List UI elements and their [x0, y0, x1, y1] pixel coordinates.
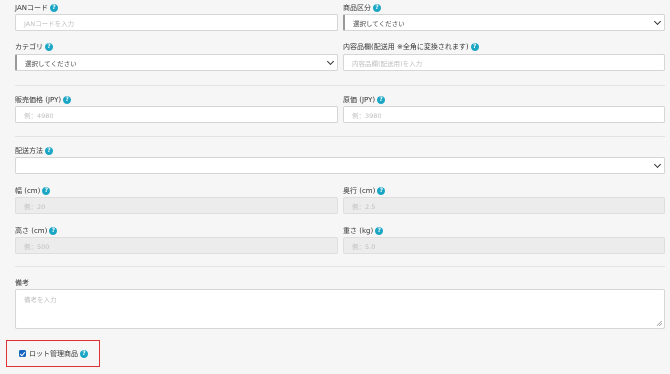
- category-label-text: カテゴリ: [15, 43, 43, 51]
- product-type-select[interactable]: 選択してください: [343, 14, 665, 31]
- contents-placeholder: 内容品欄(配送用)を入力: [352, 59, 423, 68]
- contents-label: 内容品欄(配送用 ※全角に変換されます) ?: [343, 42, 479, 52]
- category-value: 選択してください: [25, 59, 77, 68]
- help-icon[interactable]: ?: [42, 187, 51, 195]
- help-icon[interactable]: ?: [45, 147, 53, 155]
- depth-placeholder: 例：2.5: [352, 202, 376, 211]
- width-label: 幅 (cm) ?: [15, 186, 51, 196]
- help-icon[interactable]: ?: [373, 4, 381, 12]
- notes-label-text: 備考: [15, 279, 29, 287]
- jan-input[interactable]: JANコードを入力: [15, 14, 338, 31]
- depth-label: 奥行 (cm) ?: [343, 186, 386, 196]
- notes-label: 備考: [15, 278, 29, 288]
- sale-price-placeholder: 例：4980: [24, 111, 54, 120]
- help-icon[interactable]: ?: [80, 350, 88, 358]
- lot-managed-checkbox[interactable]: [19, 350, 26, 357]
- weight-label-text: 重さ (kg): [343, 227, 374, 235]
- height-label: 高さ (cm) ?: [15, 226, 58, 236]
- height-label-text: 高さ (cm): [15, 227, 48, 235]
- help-icon[interactable]: ?: [63, 96, 72, 104]
- category-select[interactable]: 選択してください: [15, 54, 338, 71]
- shipping-select[interactable]: [15, 157, 665, 174]
- jan-label: JANコード ?: [15, 3, 58, 13]
- width-input[interactable]: 例：20: [15, 197, 338, 214]
- help-icon[interactable]: ?: [470, 43, 479, 51]
- contents-input[interactable]: 内容品欄(配送用)を入力: [343, 54, 665, 71]
- product-type-label-text: 商品区分: [343, 4, 371, 12]
- cost-label-text: 原価 (JPY): [343, 96, 376, 104]
- width-label-text: 幅 (cm): [15, 187, 41, 195]
- chevron-down-icon: [326, 57, 335, 66]
- chevron-down-icon: [653, 17, 662, 26]
- notes-placeholder: 備考を入力: [24, 296, 57, 304]
- section-divider: [15, 266, 665, 267]
- depth-label-text: 奥行 (cm): [343, 187, 376, 195]
- help-icon[interactable]: ?: [45, 43, 53, 51]
- section-divider: [15, 85, 665, 86]
- lot-managed-label-text: ロット管理商品: [29, 350, 78, 358]
- sale-price-label-text: 販売価格 (JPY): [15, 96, 62, 104]
- sale-price-input[interactable]: 例：4980: [15, 106, 338, 123]
- jan-label-text: JANコード: [15, 4, 48, 12]
- depth-input[interactable]: 例：2.5: [343, 197, 665, 214]
- contents-label-text: 内容品欄(配送用 ※全角に変換されます): [343, 43, 469, 51]
- product-type-label: 商品区分 ?: [343, 3, 381, 13]
- weight-placeholder: 例：5.0: [352, 242, 376, 251]
- help-icon[interactable]: ?: [49, 227, 58, 235]
- shipping-label-text: 配送方法: [15, 147, 43, 155]
- chevron-down-icon: [653, 160, 662, 169]
- notes-textarea[interactable]: 備考を入力: [15, 289, 665, 329]
- resize-handle-icon[interactable]: [657, 321, 662, 326]
- cost-label: 原価 (JPY) ?: [343, 95, 386, 105]
- help-icon[interactable]: ?: [377, 187, 386, 195]
- section-divider: [15, 136, 665, 137]
- weight-label: 重さ (kg) ?: [343, 226, 384, 236]
- height-input[interactable]: 例：500: [15, 237, 338, 254]
- cost-placeholder: 例：3980: [352, 111, 382, 120]
- shipping-label: 配送方法 ?: [15, 146, 53, 156]
- lot-managed-label[interactable]: ロット管理商品 ?: [29, 349, 88, 359]
- cost-input[interactable]: 例：3980: [343, 106, 665, 123]
- weight-input[interactable]: 例：5.0: [343, 237, 665, 254]
- help-icon[interactable]: ?: [49, 4, 58, 12]
- lot-managed-highlight: ロット管理商品 ?: [6, 340, 100, 367]
- width-placeholder: 例：20: [24, 202, 46, 211]
- help-icon[interactable]: ?: [377, 96, 386, 104]
- category-label: カテゴリ ?: [15, 42, 53, 52]
- jan-placeholder: JANコードを入力: [24, 19, 75, 28]
- help-icon[interactable]: ?: [375, 227, 384, 235]
- height-placeholder: 例：500: [24, 242, 50, 251]
- product-type-value: 選択してください: [353, 19, 405, 28]
- sale-price-label: 販売価格 (JPY) ?: [15, 95, 72, 105]
